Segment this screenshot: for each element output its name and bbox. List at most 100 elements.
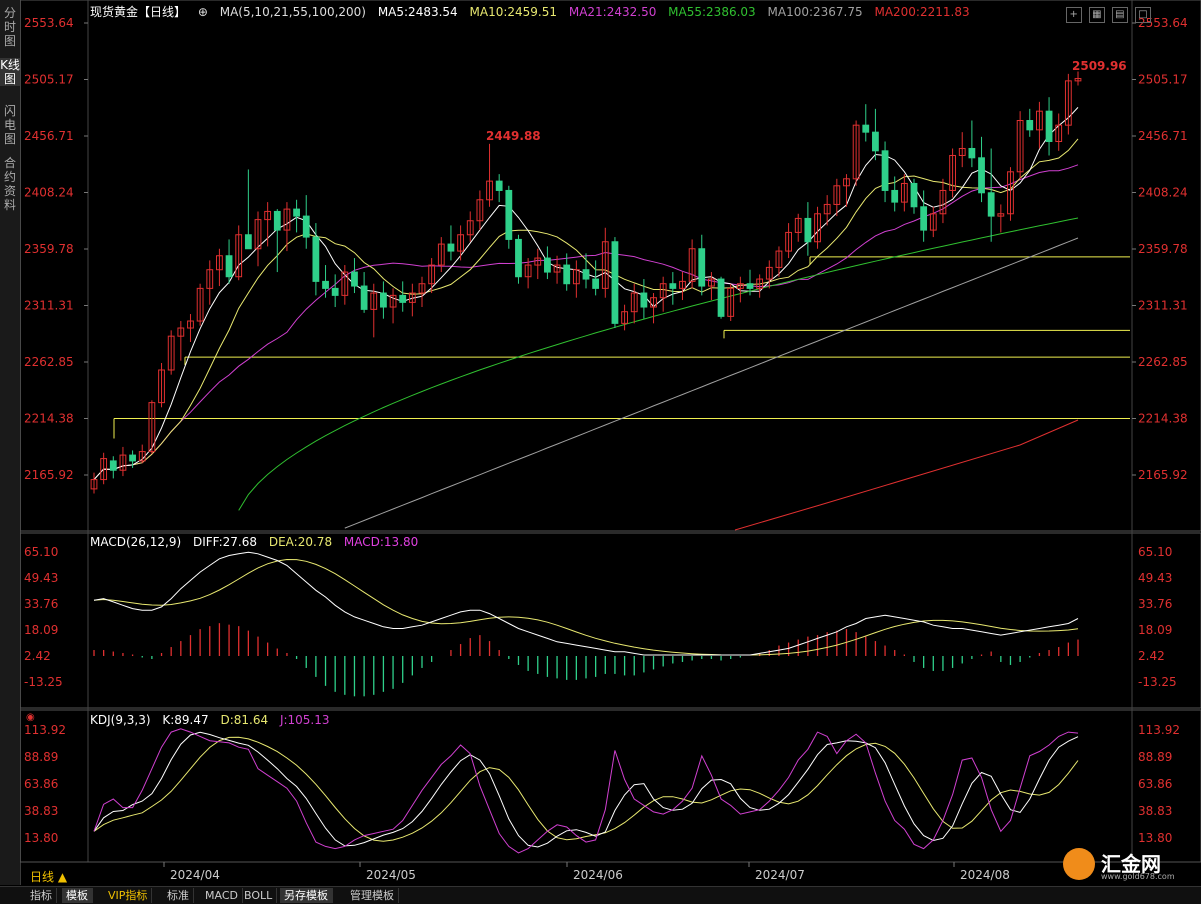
macd-axis-left-2: 33.76 (24, 597, 58, 611)
candle-body-86[interactable] (920, 206, 928, 231)
macd-dea: DEA:20.78 (268, 535, 333, 549)
price-axis-left-0: 2553.64 (24, 16, 74, 30)
kdj-k-line (93, 731, 1079, 848)
candle-body-37[interactable] (447, 243, 455, 252)
candle-body-83[interactable] (891, 189, 899, 203)
price-axis-right-3: 2408.24 (1138, 186, 1188, 200)
kdj-axis-left-4: 13.80 (24, 831, 58, 845)
ma21-value: MA21:2432.50 (568, 5, 657, 19)
candle-body-57[interactable] (640, 292, 648, 308)
candle-body-16[interactable] (244, 234, 252, 250)
candle-body-30[interactable] (380, 292, 387, 308)
candle-body-4[interactable] (129, 454, 136, 462)
settings-icon[interactable]: ⊕ (198, 5, 208, 19)
candle-body-54[interactable] (611, 241, 619, 324)
crosshair-icon[interactable]: + (1065, 7, 1082, 23)
expand-icon[interactable]: □ (1135, 7, 1151, 23)
logo-url: www.gold678.com (1101, 872, 1175, 881)
candle-body-97[interactable] (1026, 120, 1034, 131)
bottom-tab-7[interactable]: 管理模板 (346, 888, 399, 903)
price-axis-left-2: 2456.71 (24, 129, 74, 143)
kdj-axis-right-2: 63.86 (1138, 777, 1172, 791)
candle-body-85[interactable] (910, 182, 918, 208)
ma-params: MA(5,10,21,55,100,200) (219, 5, 366, 19)
candle-body-91[interactable] (968, 147, 976, 159)
price-axis-right-7: 2214.38 (1138, 412, 1188, 426)
chart-area[interactable]: 2553.64 2553.64 2505.17 2505.17 2456.71 2456.… (20, 0, 1201, 885)
ma55-line (238, 217, 1079, 511)
candle-body-25[interactable] (331, 287, 339, 296)
date-label-0: 2024/04 (170, 868, 220, 882)
left-tab-1[interactable]: K线图 (0, 58, 20, 86)
bottom-toolbar: 指标 模板 VIP指标 标准 MACD BOLL 另存模板 管理模板 (0, 886, 1201, 904)
candle-body-19[interactable] (273, 210, 281, 231)
candle-body-74[interactable] (804, 217, 812, 243)
price-axis-right-5: 2311.31 (1138, 299, 1188, 313)
compress-icon[interactable]: ▤ (1111, 7, 1128, 23)
bottom-tab-5[interactable]: BOLL (240, 888, 278, 903)
candle-body-27[interactable] (351, 271, 358, 287)
kdj-axis-right-3: 38.83 (1138, 804, 1172, 818)
candle-body-93[interactable] (987, 192, 995, 217)
candle-body-92[interactable] (978, 157, 985, 194)
candle-body-81[interactable] (872, 131, 879, 152)
candle-body-43[interactable] (505, 189, 513, 240)
candle-body-22[interactable] (302, 215, 310, 238)
price-axis-right-1: 2505.17 (1138, 73, 1188, 87)
period-selector[interactable]: 日线 ▲ (30, 868, 67, 885)
grid-icon[interactable]: ▦ (1088, 7, 1105, 23)
candle-body-68[interactable] (746, 283, 754, 289)
candle-body-24[interactable] (322, 280, 329, 289)
ma5-line (93, 107, 1079, 480)
ma200-line (734, 419, 1079, 531)
candle-body-63[interactable] (698, 248, 706, 287)
macd-value: MACD:13.80 (343, 535, 419, 549)
candle-body-99[interactable] (1045, 110, 1053, 142)
ma100-value: MA100:2367.75 (767, 5, 863, 19)
price-axis-left-1: 2505.17 (24, 73, 74, 87)
bottom-tab-3[interactable]: 标准 (163, 888, 194, 903)
candle-body-44[interactable] (515, 238, 522, 278)
candle-body-28[interactable] (360, 285, 368, 310)
candle-body-23[interactable] (312, 236, 320, 282)
window-controls: + ▦ ▤ □ (1064, 2, 1151, 23)
high-annotation: 2449.88 (486, 129, 541, 143)
candle-body-65[interactable] (717, 278, 725, 317)
ma10-line (93, 138, 1079, 480)
kdj-axis-right-4: 13.80 (1138, 831, 1172, 845)
bottom-tab-2[interactable]: VIP指标 (104, 888, 153, 903)
candle-body-32[interactable] (399, 294, 407, 303)
macd-axis-right-1: 49.43 (1138, 571, 1172, 585)
kdj-axis-left-0: 113.92 (24, 723, 66, 737)
macd-axis-left-1: 49.43 (24, 571, 58, 585)
candle-body-80[interactable] (862, 124, 870, 133)
bottom-tab-4[interactable]: MACD (201, 888, 243, 903)
kdj-marker-icon[interactable]: ◉ (26, 712, 35, 723)
left-tab-3[interactable]: 合约资料 (0, 156, 20, 212)
kdj-axis-right-0: 113.92 (1138, 723, 1180, 737)
price-axis-right-2: 2456.71 (1138, 129, 1188, 143)
candle-body-2[interactable] (109, 460, 117, 471)
chart-svg[interactable]: 2553.64 2553.642505.17 2505.172456.71 2456.… (20, 0, 1201, 885)
candle-body-52[interactable] (592, 278, 600, 289)
candle-body-51[interactable] (582, 269, 590, 280)
bottom-tab-1[interactable]: 模板 (62, 888, 93, 903)
left-tab-strip: 分时图 K线图闪电图合约资料 (0, 0, 21, 885)
candle-body-60[interactable] (669, 283, 677, 289)
candle-body-47[interactable] (544, 257, 551, 273)
left-tab-2[interactable]: 闪电图 (0, 104, 20, 146)
candle-body-42[interactable] (495, 180, 503, 191)
bottom-tab-0[interactable]: 指标 (26, 888, 57, 903)
kdj-d-line (93, 736, 1079, 842)
price-axis-left-4: 2359.78 (24, 242, 74, 256)
candle-body-14[interactable] (225, 255, 233, 278)
symbol-label[interactable]: 现货黄金【日线】 (90, 5, 186, 19)
bottom-tab-6[interactable]: 另存模板 (280, 888, 333, 903)
left-tab-0[interactable]: 分时图 (0, 6, 20, 48)
candle-body-49[interactable] (563, 264, 571, 285)
logo: 汇金网 www.gold678.com (1063, 848, 1175, 882)
macd-axis-left-5: -13.25 (24, 675, 63, 689)
kdj-axis-left-2: 63.86 (24, 777, 58, 791)
candle-body-82[interactable] (881, 150, 889, 191)
candle-body-21[interactable] (293, 208, 300, 217)
